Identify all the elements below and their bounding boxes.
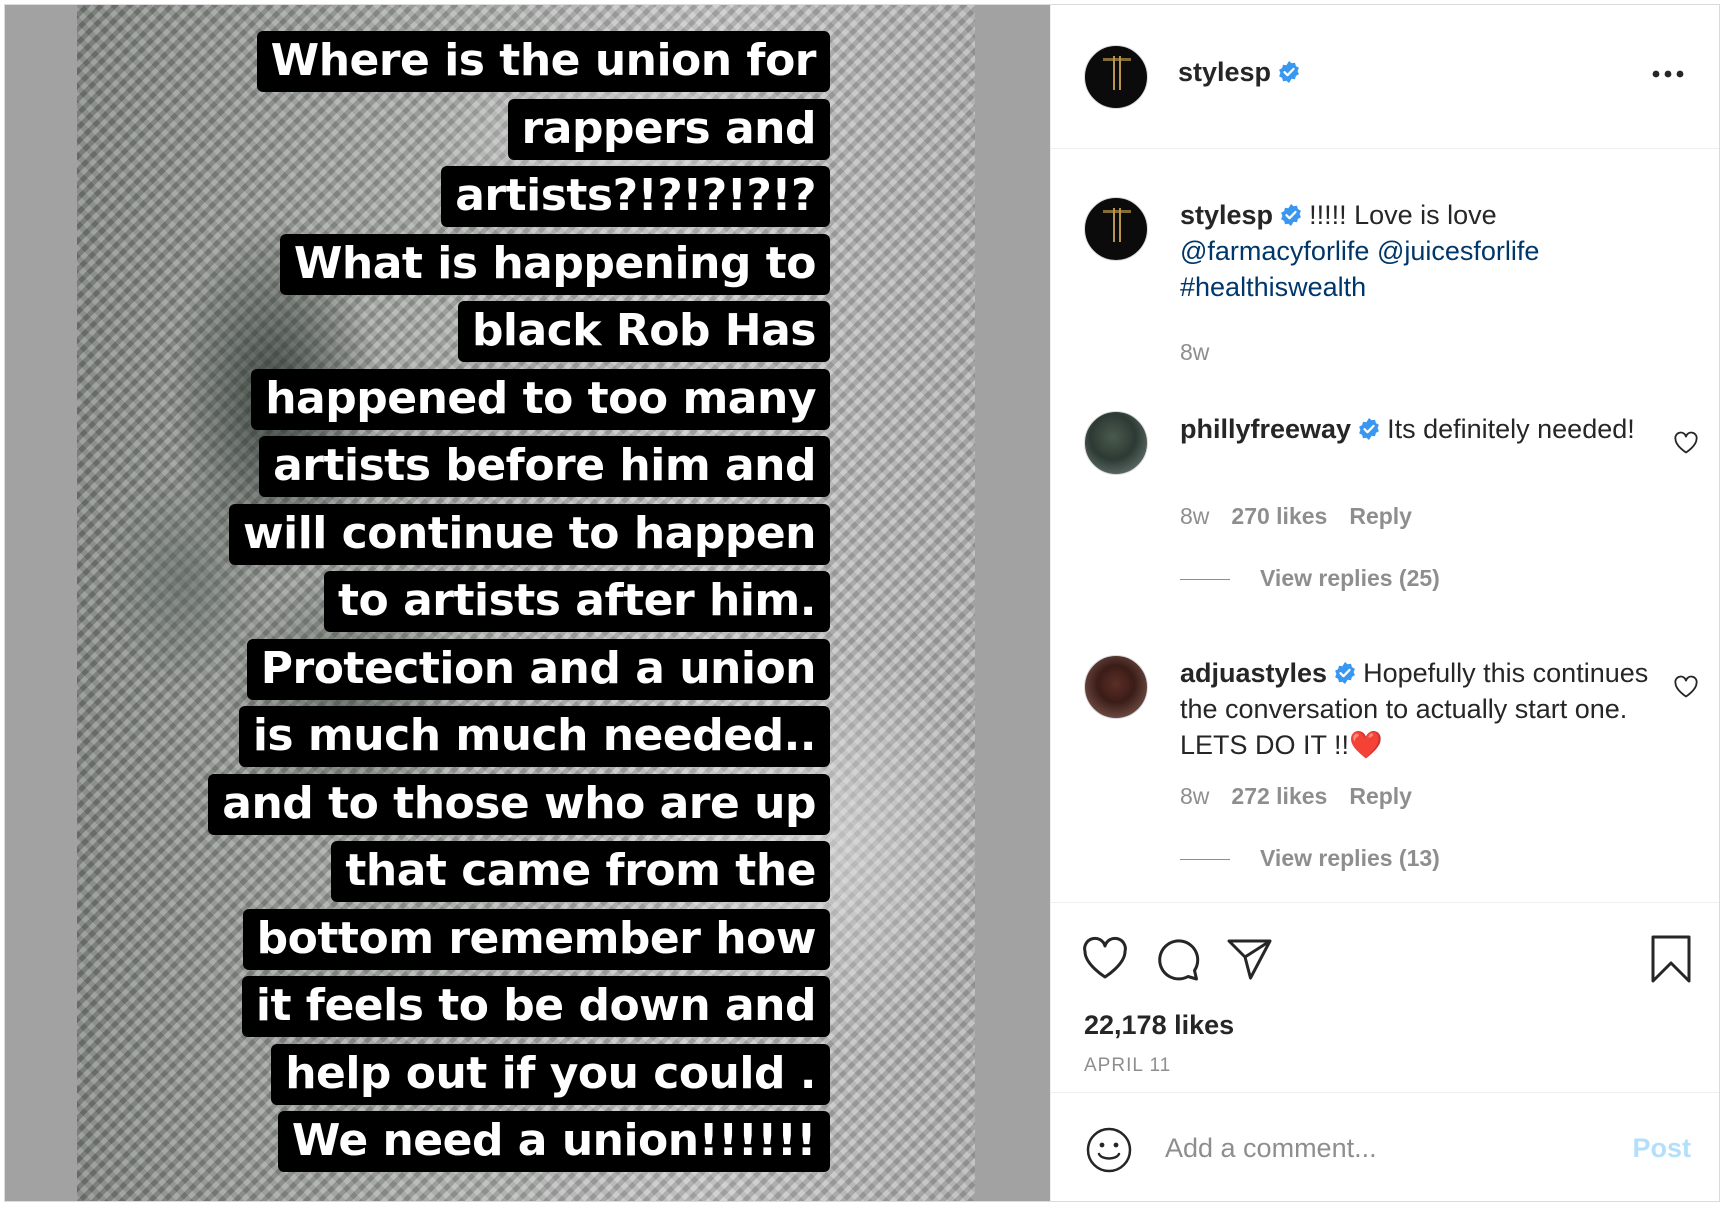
- view-replies-button[interactable]: View replies (25): [1180, 565, 1440, 592]
- commenter-avatar[interactable]: [1084, 411, 1148, 475]
- comment-timestamp[interactable]: 8w: [1180, 783, 1209, 809]
- story-line: black Rob Has: [457, 301, 830, 362]
- commenter-avatar[interactable]: [1084, 655, 1148, 719]
- story-line: and to those who are up: [208, 773, 830, 835]
- post-likes-count[interactable]: 22,178 likes: [1084, 1010, 1234, 1041]
- comment-meta: 8w 270 likes Reply: [1180, 503, 1412, 530]
- add-comment-bar: Post: [1051, 1092, 1719, 1201]
- story-line: artists before him and: [259, 436, 830, 497]
- hashtag-link[interactable]: #healthiswealth: [1180, 272, 1366, 302]
- post-header: stylesp: [1051, 5, 1719, 149]
- story-line: will continue to happen: [228, 503, 830, 565]
- story-line: Protection and a union: [246, 638, 830, 700]
- verified-badge-icon: [1335, 662, 1355, 684]
- comment-meta: 8w 272 likes Reply: [1180, 783, 1412, 810]
- comment-bubble-icon[interactable]: [1151, 933, 1203, 985]
- verified-badge-icon: [1279, 61, 1299, 83]
- mention-link[interactable]: @juicesforlife: [1377, 236, 1539, 266]
- comment-input[interactable]: [1163, 1121, 1607, 1175]
- caption-meta: 8w: [1180, 339, 1209, 366]
- comment-body: adjuastyles Hopefully this continues the …: [1180, 655, 1650, 763]
- story-line: artists?!?!?!?!?: [441, 166, 830, 227]
- replies-divider: [1180, 579, 1230, 581]
- story-line: it feels to be down and: [241, 976, 830, 1037]
- comments-list[interactable]: stylesp !!!!! Love is love @farmacyforlif…: [1051, 149, 1719, 902]
- verified-badge-icon: [1359, 418, 1379, 440]
- like-comment-heart-icon[interactable]: [1673, 675, 1699, 699]
- story-line: is much much needed..: [238, 706, 830, 767]
- author-username-row: stylesp: [1178, 57, 1307, 88]
- commenter-username[interactable]: phillyfreeway: [1180, 414, 1351, 444]
- post-actions: 22,178 likes APRIL 11: [1051, 902, 1719, 1092]
- emoji-smiley-icon[interactable]: [1084, 1125, 1134, 1175]
- story-text-overlay: Where is the union for rappers and artis…: [205, 27, 830, 1175]
- view-replies-button[interactable]: View replies (13): [1180, 845, 1440, 872]
- reply-button[interactable]: Reply: [1349, 783, 1412, 809]
- caption-text: !!!!! Love is love: [1309, 200, 1497, 230]
- story-line: to artists after him.: [323, 571, 830, 632]
- replies-divider: [1180, 859, 1230, 861]
- comment-timestamp[interactable]: 8w: [1180, 503, 1209, 529]
- author-avatar[interactable]: [1084, 45, 1148, 109]
- like-heart-icon[interactable]: [1079, 933, 1131, 985]
- save-bookmark-icon[interactable]: [1645, 933, 1697, 985]
- share-paper-plane-icon[interactable]: [1223, 933, 1275, 985]
- post-comment-button[interactable]: Post: [1632, 1133, 1691, 1164]
- story-line: We need a union!!!!!!: [277, 1111, 830, 1172]
- mention-link[interactable]: @farmacyforlife: [1180, 236, 1369, 266]
- post-side-panel: stylesp stylesp !!!!! Love is love @farma…: [1050, 5, 1719, 1201]
- more-options-icon[interactable]: [1649, 67, 1687, 81]
- story-line: happened to too many: [251, 368, 830, 430]
- caption-timestamp[interactable]: 8w: [1180, 339, 1209, 365]
- author-username[interactable]: stylesp: [1178, 57, 1271, 87]
- view-replies-label: View replies (25): [1260, 565, 1440, 591]
- like-comment-heart-icon[interactable]: [1673, 431, 1699, 455]
- comment-body: phillyfreeway Its definitely needed!: [1180, 411, 1650, 447]
- caption-avatar[interactable]: [1084, 197, 1148, 261]
- caption-username[interactable]: stylesp: [1180, 200, 1273, 230]
- story-line: Where is the union for: [256, 31, 830, 92]
- comment-text: Its definitely needed!: [1387, 414, 1635, 444]
- view-replies-label: View replies (13): [1260, 845, 1440, 871]
- verified-badge-icon: [1281, 204, 1301, 226]
- story-line: help out if you could .: [271, 1043, 830, 1105]
- caption-body: stylesp !!!!! Love is love @farmacyforlif…: [1180, 197, 1650, 305]
- story-line: bottom remember how: [242, 908, 830, 970]
- post-media[interactable]: Where is the union for rappers and artis…: [5, 5, 1050, 1201]
- commenter-username[interactable]: adjuastyles: [1180, 658, 1327, 688]
- story-line: rappers and: [507, 98, 830, 160]
- story-line: that came from the: [331, 841, 830, 902]
- reply-button[interactable]: Reply: [1349, 503, 1412, 529]
- post-date[interactable]: APRIL 11: [1084, 1055, 1171, 1077]
- post-modal: Where is the union for rappers and artis…: [4, 4, 1720, 1202]
- comment-likes[interactable]: 272 likes: [1231, 783, 1327, 809]
- story-line: What is happening to: [279, 233, 830, 295]
- comment-likes[interactable]: 270 likes: [1231, 503, 1327, 529]
